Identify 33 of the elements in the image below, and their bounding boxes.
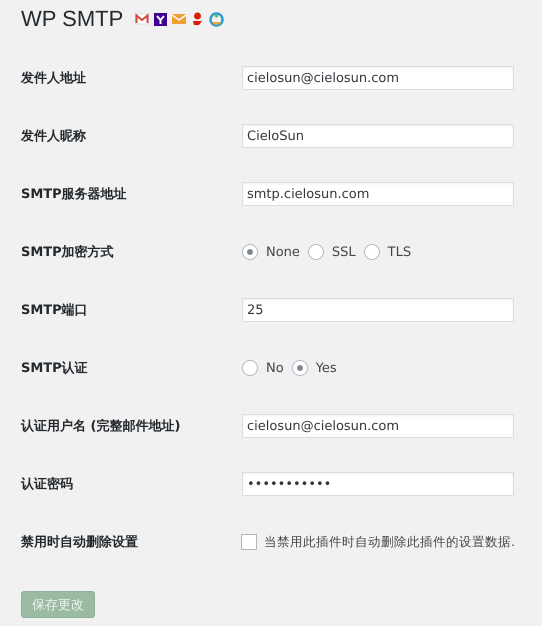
checkbox-label: 当禁用此插件时自动删除此插件的设置数据.: [264, 534, 515, 550]
field-label: 发件人地址: [21, 70, 87, 87]
input-field[interactable]: smtp.cielosun.com: [242, 182, 514, 206]
radio-label: TLS: [388, 244, 412, 260]
field-label: 发件人昵称: [21, 128, 87, 145]
field-label: SMTP加密方式: [21, 244, 115, 261]
field-label: SMTP服务器地址: [21, 186, 128, 203]
radio-button[interactable]: [364, 244, 380, 260]
logo-icon: [191, 12, 204, 26]
envelope-icon: [172, 13, 186, 25]
checkbox[interactable]: [241, 534, 257, 550]
envelope-icon: [135, 13, 150, 25]
radio-label: SSL: [332, 244, 356, 260]
radio-button[interactable]: [242, 244, 258, 260]
radio-button[interactable]: [308, 244, 324, 260]
field-label: 认证密码: [21, 476, 74, 493]
page-title: WP SMTP: [21, 6, 124, 32]
field-label: SMTP端口: [21, 302, 89, 319]
radio-label: Yes: [316, 360, 337, 376]
field-label: SMTP认证: [21, 360, 89, 377]
logo-icon: [154, 12, 168, 26]
ring-icon: [209, 12, 224, 26]
input-field[interactable]: cielosun@cielosun.com: [242, 66, 514, 90]
field-label: 认证用户名 (完整邮件地址): [21, 418, 182, 435]
radio-label: No: [266, 360, 284, 376]
radio-button[interactable]: [292, 360, 308, 376]
password-field[interactable]: •••••••••••: [242, 472, 514, 496]
input-field[interactable]: CieloSun: [242, 124, 514, 148]
field-label: 禁用时自动删除设置: [21, 534, 139, 551]
input-field[interactable]: 25: [242, 298, 514, 322]
input-field[interactable]: cielosun@cielosun.com: [242, 414, 514, 438]
radio-label: None: [266, 244, 300, 260]
radio-button[interactable]: [242, 360, 258, 376]
